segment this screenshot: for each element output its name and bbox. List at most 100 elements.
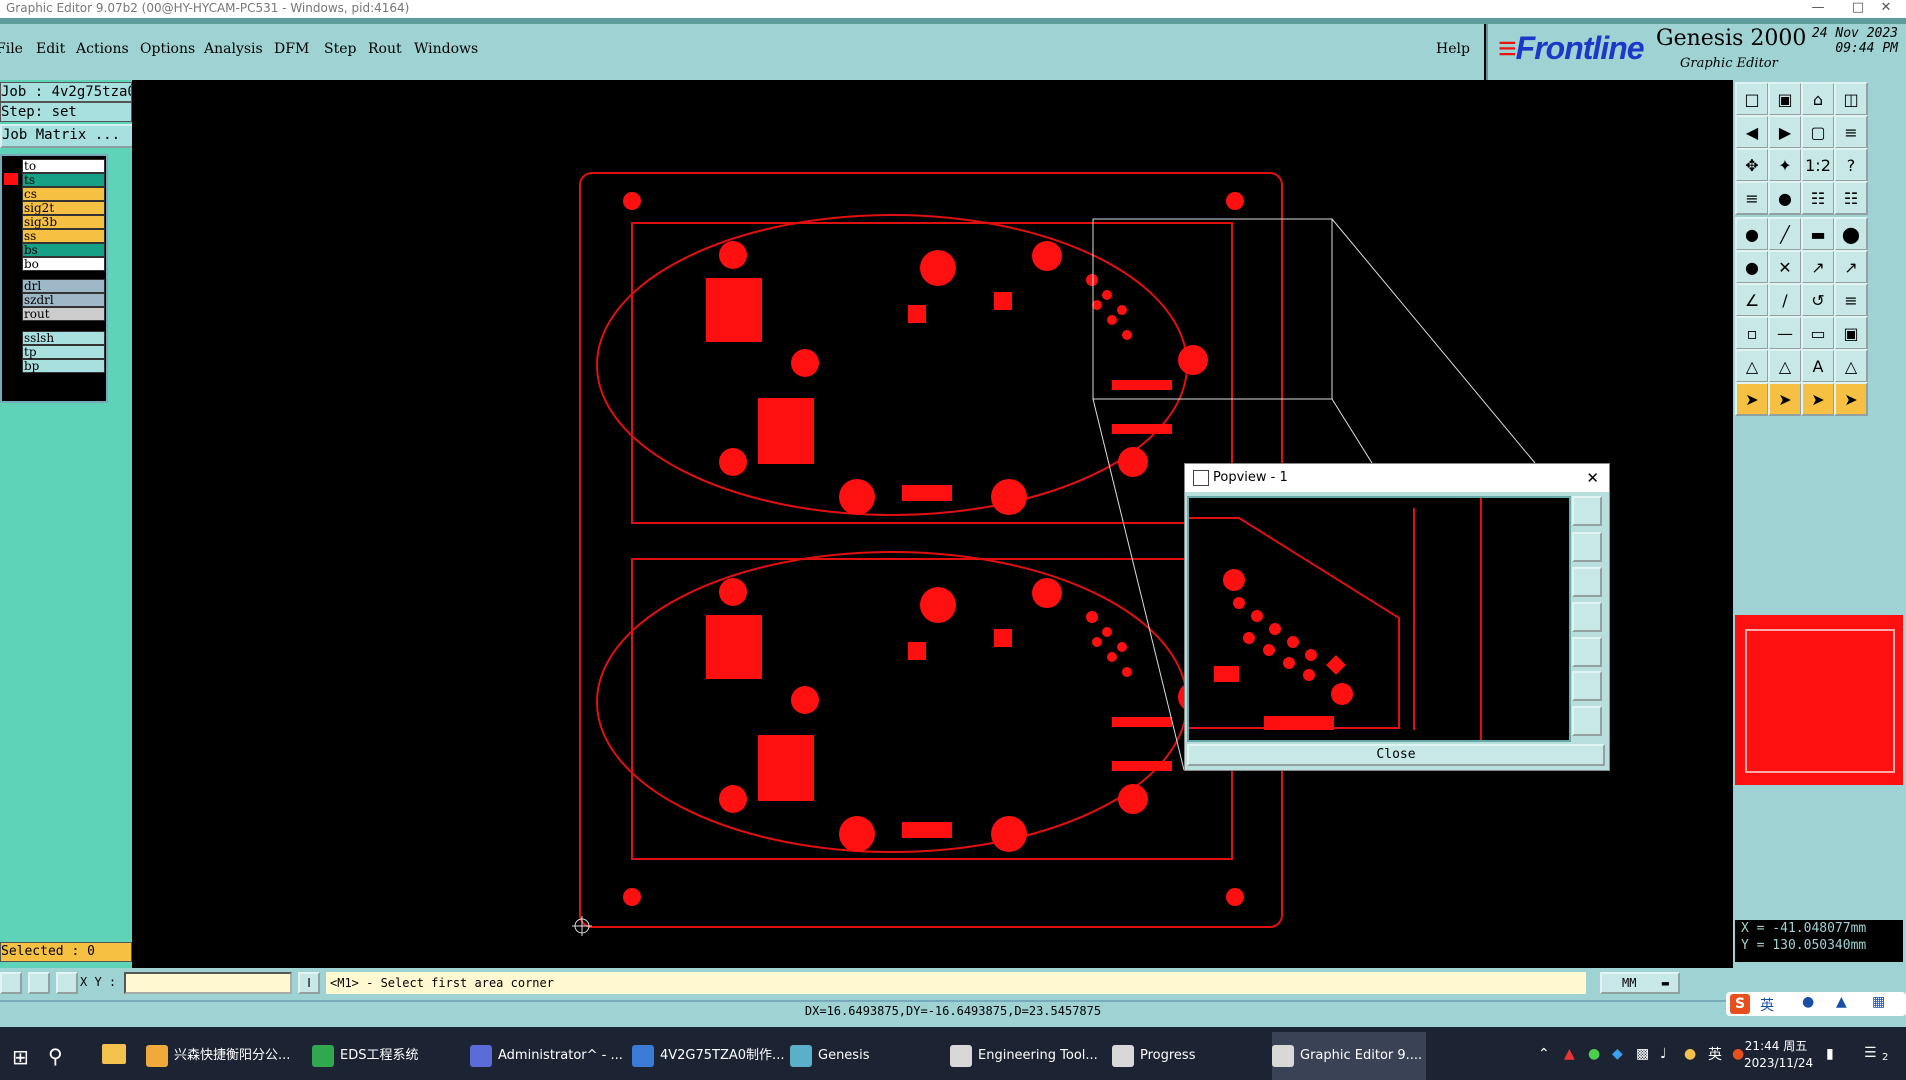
menu-options[interactable]: Options: [140, 41, 195, 57]
line-icon[interactable]: ╱: [1768, 217, 1802, 251]
drill-map-2-icon[interactable]: ☷: [1834, 181, 1868, 215]
job-matrix-button[interactable]: Job Matrix ...: [0, 124, 134, 148]
attribute-icon[interactable]: ▭: [1801, 316, 1835, 350]
triangle-icon[interactable]: △: [1735, 349, 1769, 383]
xy-input[interactable]: [124, 972, 292, 994]
circle-icon[interactable]: ⬤: [1834, 217, 1868, 251]
layer-name[interactable]: ts: [22, 173, 105, 187]
angle-icon[interactable]: ∠: [1735, 283, 1769, 317]
layer-row-sig2t[interactable]: sig2t: [2, 200, 106, 215]
slope-icon[interactable]: ∕: [1768, 283, 1802, 317]
align-icon[interactable]: ≡: [1834, 283, 1868, 317]
menu-edit[interactable]: Edit: [36, 41, 65, 57]
move-point-icon[interactable]: ↗: [1801, 250, 1835, 284]
taskbar-app-0[interactable]: 兴森快捷衡阳分公...: [146, 1032, 298, 1080]
popview-zoom-view[interactable]: [1187, 496, 1571, 742]
minimize-button[interactable]: —: [1798, 0, 1838, 16]
move-point-2-icon[interactable]: ↗: [1834, 250, 1868, 284]
text-cursor-button[interactable]: I: [298, 972, 320, 994]
volume-tray-icon[interactable]: ♩: [1660, 1046, 1667, 1062]
ime-language[interactable]: 英: [1760, 995, 1774, 1015]
layer-name[interactable]: sig2t: [22, 201, 105, 215]
fit-screen-icon[interactable]: ✥: [1735, 148, 1769, 182]
taskbar-app-3[interactable]: 4V2G75TZA0制作...: [632, 1032, 784, 1080]
redraw-icon[interactable]: ▢: [1801, 115, 1835, 149]
layer-color-swatch[interactable]: [4, 359, 18, 371]
menu-step[interactable]: Step: [324, 41, 356, 57]
menu-windows[interactable]: Windows: [414, 41, 478, 57]
pad-icon[interactable]: ●: [1735, 217, 1769, 251]
rotate-icon[interactable]: ↺: [1801, 283, 1835, 317]
ime-mic-icon[interactable]: ●: [1802, 994, 1814, 1010]
layer-name[interactable]: sslsh: [22, 331, 105, 345]
layer-color-swatch[interactable]: [4, 307, 18, 319]
layer-color-swatch[interactable]: [4, 187, 18, 199]
menu-analysis[interactable]: Analysis: [204, 41, 263, 57]
layer-color-swatch[interactable]: [4, 293, 18, 305]
center-icon[interactable]: ✦: [1768, 148, 1802, 182]
zoom-in-icon[interactable]: ▣: [1768, 82, 1802, 116]
layer-row-ss[interactable]: ss: [2, 228, 106, 243]
layer-color-swatch[interactable]: [4, 279, 18, 291]
layer-color-swatch[interactable]: [4, 201, 18, 213]
layer-name[interactable]: ss: [22, 229, 105, 243]
menu-actions[interactable]: Actions: [76, 41, 129, 57]
zoom-area-icon[interactable]: ⌂: [1801, 82, 1835, 116]
zoom-home-icon[interactable]: □: [1735, 82, 1769, 116]
layer-row-sig3b[interactable]: sig3b: [2, 214, 106, 229]
copy-icon[interactable]: ▣: [1834, 316, 1868, 350]
select-3-icon[interactable]: ➤: [1801, 382, 1835, 416]
popview-tool-2[interactable]: [1572, 532, 1602, 562]
layer-color-swatch[interactable]: [4, 331, 18, 343]
ime-menu-icon[interactable]: ▦: [1872, 994, 1885, 1010]
layer-name[interactable]: bp: [22, 359, 105, 373]
tray-expand-icon[interactable]: ⌃: [1538, 1046, 1550, 1062]
node-icon[interactable]: ●: [1735, 250, 1769, 284]
tray-app-icon[interactable]: ▲: [1564, 1046, 1575, 1062]
taskbar-app-4[interactable]: Genesis: [790, 1032, 940, 1080]
wechat-tray-icon[interactable]: ●: [1588, 1046, 1600, 1062]
tray-language[interactable]: 英: [1708, 1044, 1722, 1064]
select-4-icon[interactable]: ➤: [1834, 382, 1868, 416]
layer-row-bo[interactable]: bo: [2, 256, 106, 271]
bluetooth-tray-icon[interactable]: ◆: [1612, 1046, 1623, 1062]
popview-close-icon[interactable]: ✕: [1586, 464, 1599, 492]
layer-name[interactable]: drl: [22, 279, 105, 293]
taskbar-app-7[interactable]: Graphic Editor 9....: [1272, 1032, 1426, 1080]
taskbar-app-1[interactable]: EDS工程系统: [312, 1032, 462, 1080]
layer-row-szdrl[interactable]: szdrl: [2, 292, 106, 307]
cross-icon[interactable]: ✕: [1768, 250, 1802, 284]
triangle-2-icon[interactable]: △: [1768, 349, 1802, 383]
layer-name[interactable]: sig3b: [22, 215, 105, 229]
popview-tool-1[interactable]: [1572, 496, 1602, 526]
layer-name[interactable]: rout: [22, 307, 105, 321]
layer-color-swatch[interactable]: [4, 257, 18, 269]
help-icon[interactable]: ?: [1834, 148, 1868, 182]
menu-dfm[interactable]: DFM: [274, 41, 309, 57]
sogou-tray-icon[interactable]: ●: [1732, 1046, 1744, 1062]
taskbar-app-2[interactable]: Administrator^ - ...: [470, 1032, 626, 1080]
measure-tool-button[interactable]: [28, 972, 50, 994]
popview-tool-6[interactable]: [1572, 671, 1602, 701]
show-desktop-icon[interactable]: ▮: [1826, 1046, 1834, 1062]
sogou-ime-icon[interactable]: S: [1730, 994, 1750, 1014]
layer-name[interactable]: cs: [22, 187, 105, 201]
layer-row-sslsh[interactable]: sslsh: [2, 330, 106, 345]
snap-mode-button[interactable]: [0, 972, 22, 994]
layer-row-drl[interactable]: drl: [2, 278, 106, 293]
layer-name[interactable]: bs: [22, 243, 105, 257]
pan-left-icon[interactable]: ◀: [1735, 115, 1769, 149]
notification-icon[interactable]: ☰: [1864, 1045, 1877, 1061]
ime-skin-icon[interactable]: ▲: [1836, 994, 1847, 1010]
select-region-icon[interactable]: ▫: [1735, 316, 1769, 350]
layer-color-swatch[interactable]: [4, 159, 18, 171]
layer-row-cs[interactable]: cs: [2, 186, 106, 201]
triangle-3-icon[interactable]: △: [1834, 349, 1868, 383]
layer-row-bs[interactable]: bs: [2, 242, 106, 257]
popview-tool-7[interactable]: [1572, 706, 1602, 736]
zoom-fit-icon[interactable]: ◫: [1834, 82, 1868, 116]
menu-file[interactable]: File: [0, 41, 23, 57]
layer-color-swatch[interactable]: [4, 215, 18, 227]
network-tray-icon[interactable]: ▩: [1636, 1046, 1649, 1062]
ime-toolbar[interactable]: S 英 ● ▲ ▦: [1726, 992, 1906, 1016]
